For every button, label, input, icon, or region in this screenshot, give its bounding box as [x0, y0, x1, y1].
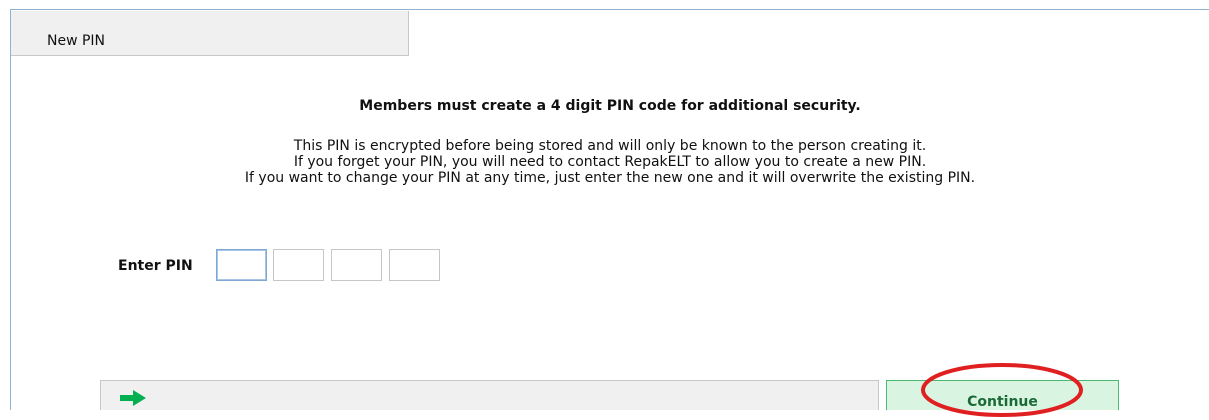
- tab-new-pin[interactable]: New PIN: [11, 11, 409, 56]
- security-headline: Members must create a 4 digit PIN code f…: [359, 98, 861, 114]
- pin-digit-2-input[interactable]: [273, 249, 324, 281]
- tab-title: New PIN: [47, 33, 106, 49]
- page-frame: [10, 9, 1209, 410]
- info-text: This PIN is encrypted before being store…: [11, 138, 1209, 186]
- right-arrow-icon: [120, 390, 146, 406]
- info-line: This PIN is encrypted before being store…: [293, 138, 927, 154]
- pin-digit-1-input[interactable]: [216, 249, 267, 281]
- pin-digit-3-input[interactable]: [331, 249, 382, 281]
- info-line: If you want to change your PIN at any ti…: [244, 170, 976, 186]
- continue-button-label: Continue: [967, 394, 1038, 410]
- action-bar: [100, 380, 879, 410]
- continue-button[interactable]: Continue: [886, 380, 1119, 410]
- pin-label: Enter PIN: [118, 258, 193, 274]
- info-line: If you forget your PIN, you will need to…: [293, 154, 927, 170]
- pin-digit-4-input[interactable]: [389, 249, 440, 281]
